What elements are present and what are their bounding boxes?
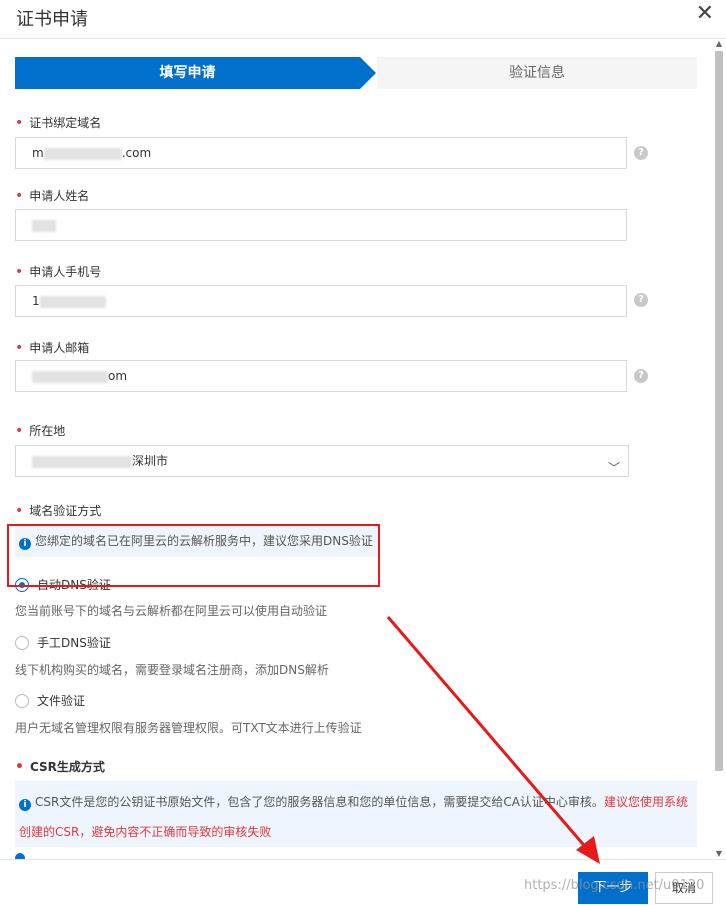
email-help-icon[interactable]: ? xyxy=(634,369,648,383)
scroll-up-icon[interactable]: ▲ xyxy=(714,39,724,49)
radio-file-label: 文件验证 xyxy=(37,694,86,708)
radio-unchecked-icon[interactable] xyxy=(15,635,29,650)
csr-notice-red-2: 创建的CSR，避免内容不正确而导致的审核失败 xyxy=(19,825,272,839)
phone-input[interactable]: 1 xyxy=(15,285,627,317)
steps-bar: 填写申请 验证信息 xyxy=(15,57,697,89)
close-icon[interactable]: ✕ xyxy=(696,3,714,25)
name-input[interactable] xyxy=(15,209,627,241)
csr-label: • CSR生成方式 xyxy=(15,759,105,775)
radio-auto-dns-desc: 您当前账号下的域名与云解析都在阿里云可以使用自动验证 xyxy=(15,604,328,618)
location-label: • 所在地 xyxy=(15,423,66,439)
radio-manual-dns[interactable]: 手工DNS验证 xyxy=(15,634,111,651)
step-fill-application[interactable]: 填写申请 xyxy=(15,57,360,89)
email-label: • 申请人邮箱 xyxy=(15,340,90,356)
info-icon: i xyxy=(19,799,31,811)
radio-manual-dns-label: 手工DNS验证 xyxy=(37,636,111,650)
scroll-down-icon[interactable]: ▼ xyxy=(714,849,724,859)
highlight-box xyxy=(7,524,380,587)
domain-help-icon[interactable]: ? xyxy=(634,146,648,160)
redacted-text xyxy=(32,370,108,383)
domain-value-prefix: m xyxy=(32,146,44,160)
location-select[interactable]: 深圳市 ﹀ xyxy=(15,445,629,477)
redacted-text xyxy=(32,455,132,468)
chevron-down-icon: ﹀ xyxy=(607,461,620,475)
radio-manual-dns-desc: 线下机构购买的域名，需要登录域名注册商，添加DNS解析 xyxy=(15,663,329,677)
phone-label: • 申请人手机号 xyxy=(15,264,102,280)
dialog-title: 证书申请 xyxy=(16,9,88,30)
scrollbar-thumb[interactable] xyxy=(715,51,723,771)
verify-method-label: • 域名验证方式 xyxy=(15,503,102,519)
phone-value-prefix: 1 xyxy=(32,294,40,308)
step-verify-info[interactable]: 验证信息 xyxy=(377,57,697,89)
step-arrow xyxy=(360,57,376,89)
scrollbar[interactable]: ▲ ▼ xyxy=(714,39,724,859)
redacted-text xyxy=(43,147,122,160)
name-label: • 申请人姓名 xyxy=(15,188,90,204)
domain-value-suffix: .com xyxy=(121,146,152,160)
email-input[interactable]: om xyxy=(15,360,627,392)
email-value-suffix: om xyxy=(108,369,128,383)
domain-label: • 证书绑定域名 xyxy=(15,115,102,131)
redacted-text xyxy=(39,295,106,308)
domain-input[interactable]: m .com xyxy=(15,137,627,169)
redacted-text xyxy=(32,219,56,232)
watermark: https://blog.csdn.net/u0120 xyxy=(524,878,705,893)
radio-unchecked-icon[interactable] xyxy=(15,693,29,708)
radio-file-desc: 用户无域名管理权限有服务器管理权限。可TXT文本进行上传验证 xyxy=(15,721,362,735)
csr-notice-red-1: 建议您使用系统 xyxy=(603,795,688,809)
csr-notice: i CSR文件是您的公钥证书原始文件，包含了您的服务器信息和您的单位信息，需要提交… xyxy=(15,781,697,847)
csr-notice-text: CSR文件是您的公钥证书原始文件，包含了您的服务器信息和您的单位信息，需要提交给… xyxy=(35,795,604,809)
form-scroll-area[interactable]: 填写申请 验证信息 • 证书绑定域名 m .com ? • 申请人姓名 • 申请人手机号… xyxy=(0,39,712,859)
phone-help-icon[interactable]: ? xyxy=(634,293,648,307)
location-value-suffix: 深圳市 xyxy=(132,454,169,468)
radio-file[interactable]: 文件验证 xyxy=(15,692,85,709)
footer-divider xyxy=(0,859,726,860)
